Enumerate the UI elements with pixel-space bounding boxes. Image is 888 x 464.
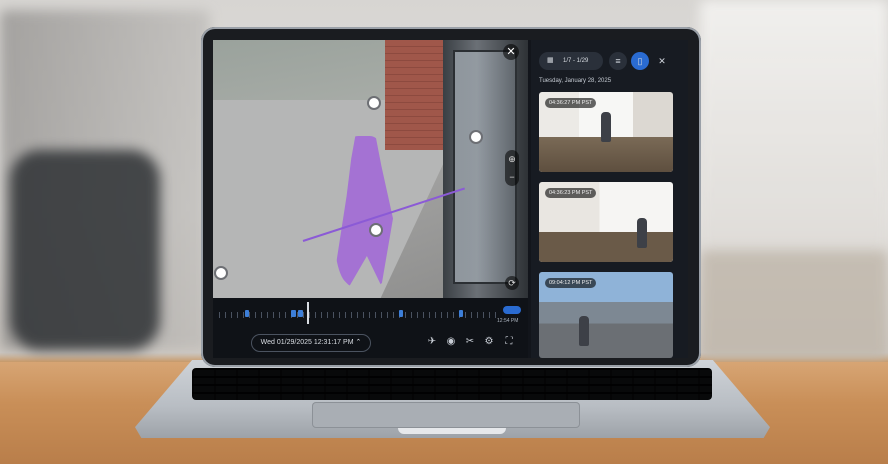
camera-feed[interactable]: ✕ ⊕ − ⟳ bbox=[213, 40, 528, 298]
timeline-event[interactable] bbox=[291, 310, 296, 317]
bookmark-icon[interactable]: ▯ bbox=[631, 52, 649, 70]
timeline-event[interactable] bbox=[298, 310, 303, 317]
thumbnail-person bbox=[579, 316, 589, 346]
thumbnail-floor bbox=[539, 137, 673, 172]
timeline-event[interactable] bbox=[245, 310, 249, 317]
pin-icon[interactable] bbox=[367, 96, 381, 110]
laptop-notch bbox=[398, 428, 506, 434]
thumbnail-person bbox=[601, 112, 611, 142]
pin-icon[interactable] bbox=[214, 266, 228, 280]
datetime-picker[interactable]: Wed 01/29/2025 12:31:17 PM ⌃ bbox=[251, 334, 371, 352]
timeline[interactable]: 12:54 PM bbox=[213, 298, 528, 328]
share-icon[interactable]: ✈ bbox=[426, 336, 438, 348]
background-chair bbox=[10, 150, 160, 350]
timeline-ticks bbox=[219, 312, 499, 318]
close-icon[interactable]: ✕ bbox=[503, 44, 519, 60]
filter-icon[interactable]: ≡ bbox=[609, 52, 627, 70]
camera-icon[interactable]: ◉ bbox=[445, 336, 457, 348]
pin-icon[interactable] bbox=[469, 130, 483, 144]
thumbnail-person bbox=[637, 218, 647, 248]
laptop-trackpad bbox=[312, 402, 580, 428]
timeline-event[interactable] bbox=[399, 310, 403, 317]
background-window bbox=[700, 0, 888, 260]
close-icon[interactable]: ✕ bbox=[653, 52, 671, 70]
laptop-keyboard bbox=[192, 368, 712, 400]
pin-icon[interactable] bbox=[369, 223, 383, 237]
player-toolbar: Wed 01/29/2025 12:31:17 PM ⌃ ✈ ◉ ✂ ⚙ ⛶ bbox=[213, 328, 528, 358]
timeline-end-time: 12:54 PM bbox=[497, 318, 519, 324]
background-desk bbox=[700, 250, 888, 360]
playhead[interactable] bbox=[307, 302, 309, 324]
fullscreen-icon[interactable]: ⛶ bbox=[503, 336, 515, 348]
datetime-label: Wed 01/29/2025 12:31:17 PM bbox=[260, 339, 354, 346]
thumbnail-floor bbox=[539, 232, 673, 262]
date-range-label: 1/7 - 1/29 bbox=[563, 58, 589, 64]
calendar-icon: ▦ bbox=[547, 57, 554, 64]
clip-thumbnail[interactable]: 04:36:23 PM PST bbox=[539, 182, 673, 262]
settings-icon[interactable]: ⚙ bbox=[483, 336, 495, 348]
timeline-event[interactable] bbox=[459, 310, 463, 317]
clip-thumbnail[interactable]: 09:04:12 PM PST bbox=[539, 272, 673, 358]
results-date-heading: Tuesday, January 28, 2025 bbox=[539, 78, 612, 84]
live-button[interactable] bbox=[503, 306, 521, 314]
date-range-picker[interactable]: ▦ 1/7 - 1/29 bbox=[539, 52, 603, 70]
clip-icon[interactable]: ✂ bbox=[464, 336, 476, 348]
clip-timestamp: 09:04:12 PM PST bbox=[545, 278, 597, 288]
chevron-up-icon: ⌃ bbox=[355, 339, 362, 346]
results-panel: ▦ 1/7 - 1/29 ≡ ▯ ✕ Tuesday, January 28, … bbox=[531, 40, 688, 358]
clip-timestamp: 04:36:27 PM PST bbox=[545, 98, 597, 108]
zoom-icon[interactable]: ⊕ − bbox=[505, 150, 519, 186]
laptop-screen: ✕ ⊕ − ⟳ 12:54 PM Wed 01/29/2025 12:31:17 … bbox=[213, 40, 688, 358]
rotate-icon[interactable]: ⟳ bbox=[505, 276, 519, 290]
clip-timestamp: 04:36:23 PM PST bbox=[545, 188, 597, 198]
clip-thumbnail[interactable]: 04:36:27 PM PST bbox=[539, 92, 673, 172]
